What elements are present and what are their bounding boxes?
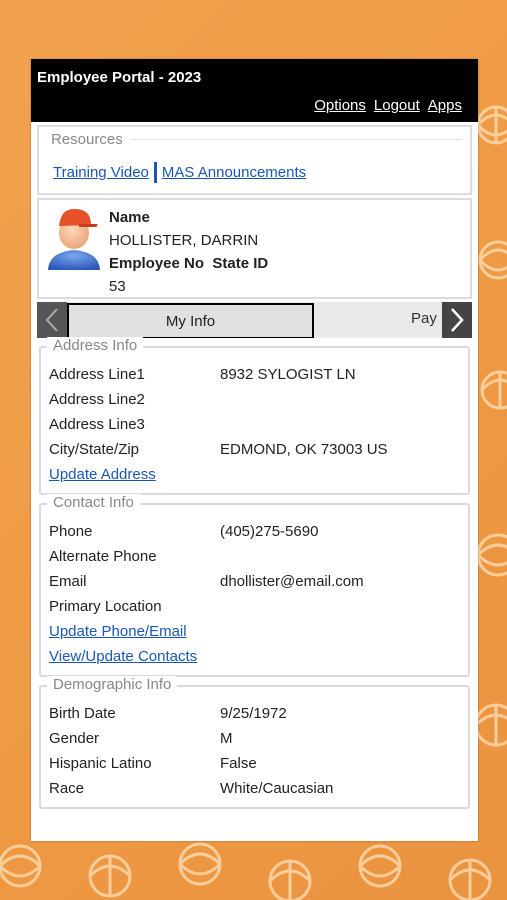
- employee-no-label: Employee No: [109, 255, 205, 272]
- birth-date-label: Birth Date: [49, 705, 116, 722]
- update-address-link[interactable]: Update Address: [49, 462, 458, 487]
- resources-legend: Resources: [51, 131, 123, 148]
- info-row: Address Line1 8932 SYLOGIST LN: [49, 362, 458, 387]
- info-row: Phone (405)275-5690: [49, 519, 458, 544]
- info-row: City/State/Zip EDMOND, OK 73003 US: [49, 437, 458, 462]
- race-label: Race: [49, 780, 85, 797]
- address-line1-value: 8932 SYLOGIST LN: [220, 366, 356, 383]
- apps-link[interactable]: Apps: [428, 97, 462, 114]
- chevron-right-icon: [451, 308, 464, 332]
- background-ornament: [478, 230, 507, 290]
- info-row: Primary Location: [49, 594, 458, 619]
- contact-info-legend: Contact Info: [47, 494, 140, 511]
- primary-location-label: Primary Location: [49, 598, 162, 615]
- city-state-zip-label: City/State/Zip: [49, 441, 140, 458]
- link-separator: [153, 162, 157, 183]
- portal-frame: Employee Portal - 2023 Options Logout Ap…: [31, 59, 478, 841]
- employee-name: HOLLISTER, DARRIN: [109, 232, 259, 249]
- hispanic-latino-value: False: [220, 755, 257, 772]
- tab-bar: My Info Pay: [37, 302, 472, 338]
- chevron-left-icon: [45, 308, 58, 332]
- phone-label: Phone: [49, 523, 93, 540]
- address-line3-label: Address Line3: [49, 416, 145, 433]
- info-row: Birth Date 9/25/1972: [49, 701, 458, 726]
- contact-info-section: Contact Info Phone (405)275-5690 Alternat…: [39, 494, 470, 677]
- city-state-zip-value: EDMOND, OK 73003 US: [220, 441, 388, 458]
- address-line1-label: Address Line1: [49, 366, 145, 383]
- background-ornament: [476, 690, 507, 760]
- employee-no-value: 53: [109, 278, 126, 295]
- mas-announcements-link[interactable]: MAS Announcements: [162, 164, 306, 181]
- tab-next-button[interactable]: [442, 302, 472, 338]
- email-label: Email: [49, 573, 87, 590]
- info-row: Address Line2: [49, 387, 458, 412]
- state-id-label: State ID: [212, 255, 269, 272]
- resources-panel: Resources Training Video MAS Announcemen…: [37, 125, 472, 195]
- phone-value: (405)275-5690: [220, 523, 319, 540]
- info-row: Hispanic Latino False: [49, 751, 458, 776]
- background-ornament: [0, 836, 507, 900]
- gender-value: M: [220, 730, 233, 747]
- view-update-contacts-link[interactable]: View/Update Contacts: [49, 644, 458, 669]
- training-video-link[interactable]: Training Video: [53, 164, 149, 181]
- divider: [130, 139, 462, 140]
- tab-pay[interactable]: Pay: [411, 310, 437, 327]
- info-row: Gender M: [49, 726, 458, 751]
- app-title: Employee Portal - 2023: [37, 69, 202, 86]
- info-row: Alternate Phone: [49, 544, 458, 569]
- alternate-phone-label: Alternate Phone: [49, 548, 157, 565]
- birth-date-value: 9/25/1972: [220, 705, 287, 722]
- background-ornament: [478, 520, 507, 590]
- demographic-info-legend: Demographic Info: [47, 676, 178, 693]
- profile-card: Name HOLLISTER, DARRIN Employee No State…: [37, 198, 472, 299]
- info-row: Email dhollister@email.com: [49, 569, 458, 594]
- gender-label: Gender: [49, 730, 100, 747]
- address-info-legend: Address Info: [47, 337, 144, 354]
- tab-my-info[interactable]: My Info: [67, 303, 314, 338]
- address-line2-label: Address Line2: [49, 391, 145, 408]
- address-info-section: Address Info Address Line1 8932 SYLOGIST …: [39, 337, 470, 495]
- header-links: Options Logout Apps: [314, 97, 462, 114]
- info-row: Race White/Caucasian: [49, 776, 458, 801]
- header-bar: Employee Portal - 2023 Options Logout Ap…: [31, 59, 478, 122]
- avatar-icon: [39, 200, 109, 297]
- info-row: Address Line3: [49, 412, 458, 437]
- background-ornament: [480, 360, 507, 420]
- name-label: Name: [109, 209, 150, 226]
- race-value: White/Caucasian: [220, 780, 334, 797]
- hispanic-latino-label: Hispanic Latino: [49, 755, 152, 772]
- options-link[interactable]: Options: [314, 97, 366, 114]
- email-value: dhollister@email.com: [220, 573, 364, 590]
- demographic-info-section: Demographic Info Birth Date 9/25/1972 Gen…: [39, 676, 470, 809]
- logout-link[interactable]: Logout: [374, 97, 420, 114]
- update-phone-email-link[interactable]: Update Phone/Email: [49, 619, 458, 644]
- tab-prev-button[interactable]: [37, 302, 67, 338]
- background-ornament: [476, 95, 507, 155]
- profile-info: Name HOLLISTER, DARRIN Employee No State…: [109, 200, 268, 297]
